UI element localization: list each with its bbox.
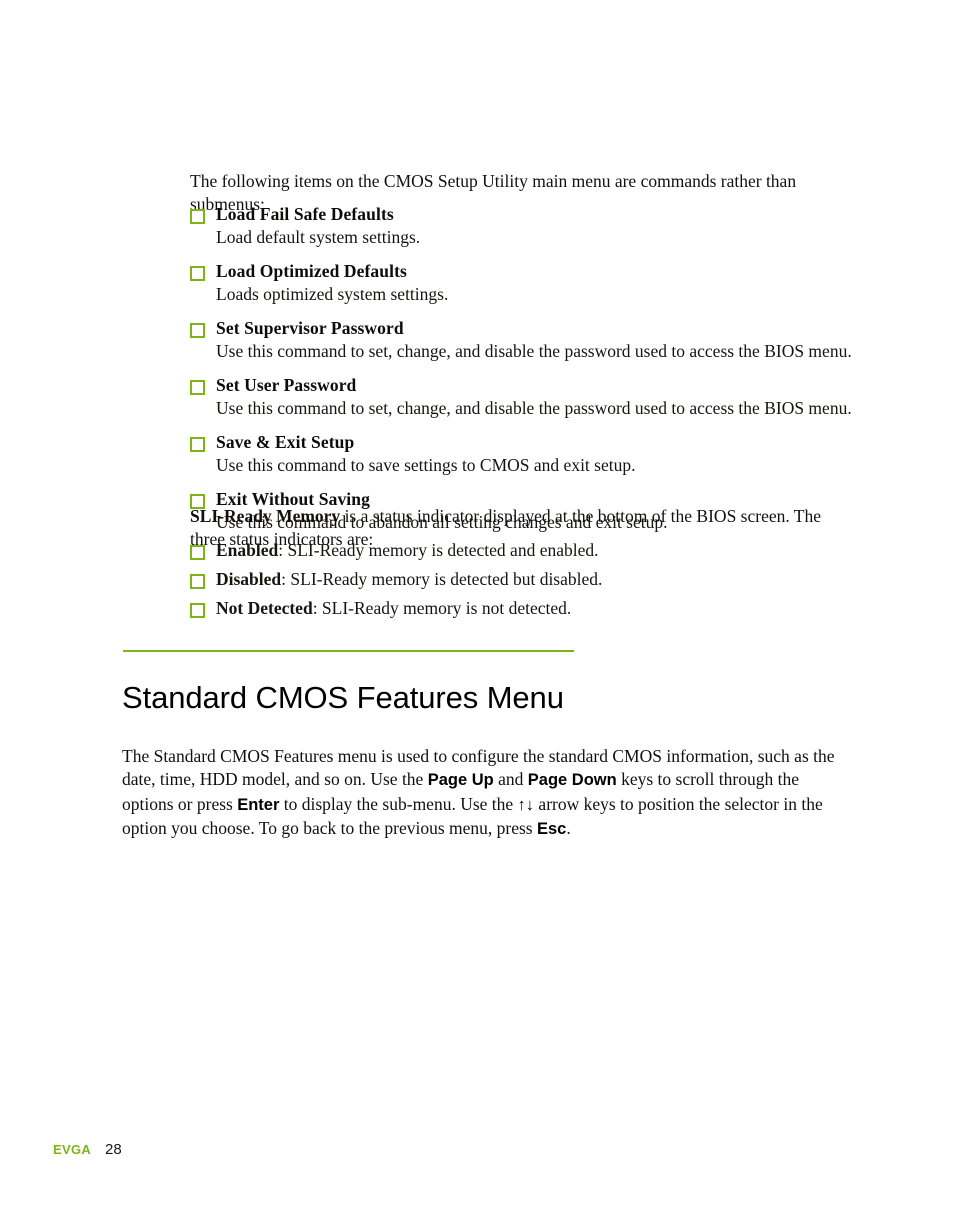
green-square-checkbox-icon — [190, 574, 205, 589]
section-paragraph: The Standard CMOS Features menu is used … — [122, 745, 848, 842]
command-title: Set Supervisor Password — [216, 318, 404, 338]
arrow-keys-icon: ↑↓ — [517, 795, 535, 814]
list-item: Disabled: SLI-Ready memory is detected b… — [190, 568, 860, 594]
green-square-checkbox-icon — [190, 266, 205, 281]
status-badge: Enabled — [216, 540, 279, 560]
list-item: Load Optimized Defaults Loads optimized … — [190, 260, 860, 306]
key-enter: Enter — [237, 795, 280, 814]
command-description: Use this command to save settings to CMO… — [216, 455, 636, 475]
section-divider — [123, 650, 574, 652]
status-indicators-list: Enabled: SLI-Ready memory is detected an… — [190, 539, 860, 626]
command-description: Load default system settings. — [216, 227, 421, 247]
green-square-checkbox-icon — [190, 323, 205, 338]
sli-ready-memory-term: SLI-Ready Memory — [190, 505, 341, 526]
paragraph-text: to display the sub-menu. Use the — [279, 793, 518, 814]
status-description: : SLI-Ready memory is detected and enabl… — [278, 540, 599, 560]
command-description: Use this command to set, change, and dis… — [216, 398, 852, 418]
commands-list: Load Fail Safe Defaults Load default sys… — [190, 203, 860, 545]
command-description: Loads optimized system settings. — [216, 284, 449, 304]
list-item: Set Supervisor Password Use this command… — [190, 317, 860, 363]
command-title: Load Fail Safe Defaults — [216, 204, 394, 224]
document-page: The following items on the CMOS Setup Ut… — [0, 0, 954, 1227]
green-square-checkbox-icon — [190, 545, 205, 560]
brand-label: EVGA — [53, 1142, 92, 1157]
list-item: Set User Password Use this command to se… — [190, 374, 860, 420]
green-square-checkbox-icon — [190, 380, 205, 395]
page-number: 28 — [105, 1141, 122, 1158]
list-item: Enabled: SLI-Ready memory is detected an… — [190, 539, 860, 565]
green-square-checkbox-icon — [190, 209, 205, 224]
status-indicator-row: Not Detected: SLI-Ready memory is not de… — [216, 597, 860, 620]
list-item: Save & Exit Setup Use this command to sa… — [190, 431, 860, 477]
key-esc: Esc — [536, 820, 567, 838]
command-title: Load Optimized Defaults — [216, 261, 407, 281]
command-title: Set User Password — [216, 375, 357, 395]
page-title: Standard CMOS Features Menu — [122, 679, 564, 715]
key-page-up: Page Up — [427, 771, 494, 789]
paragraph-text: . — [566, 818, 571, 838]
status-badge: Disabled — [216, 569, 282, 589]
green-square-checkbox-icon — [190, 437, 205, 452]
green-square-checkbox-icon — [190, 603, 205, 618]
command-description: Use this command to set, change, and dis… — [216, 341, 852, 361]
status-description: : SLI-Ready memory is detected but disab… — [281, 569, 603, 589]
status-badge: Not Detected — [216, 598, 313, 618]
key-page-down: Page Down — [527, 771, 617, 789]
status-description: : SLI-Ready memory is not detected. — [312, 598, 572, 618]
status-indicator-row: Disabled: SLI-Ready memory is detected b… — [216, 568, 860, 591]
list-item: Load Fail Safe Defaults Load default sys… — [190, 203, 860, 249]
command-title: Save & Exit Setup — [216, 432, 355, 452]
status-indicator-row: Enabled: SLI-Ready memory is detected an… — [216, 539, 860, 562]
list-item: Not Detected: SLI-Ready memory is not de… — [190, 597, 860, 623]
paragraph-text: and — [493, 769, 528, 789]
page-footer: EVGA 28 — [53, 1141, 122, 1158]
